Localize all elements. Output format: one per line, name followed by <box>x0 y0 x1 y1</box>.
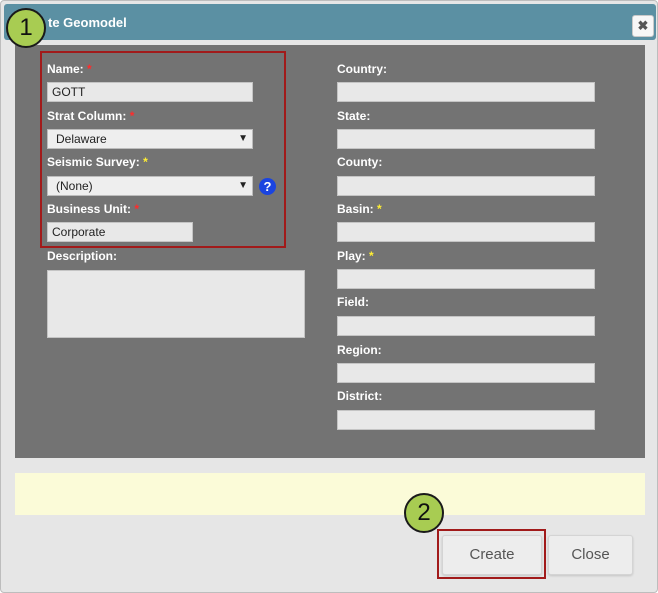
play-label: Play: * <box>337 249 374 263</box>
description-label: Description: <box>47 249 118 263</box>
county-label: County: <box>337 155 383 169</box>
country-input[interactable] <box>337 82 595 102</box>
close-icon[interactable]: ✖ <box>632 15 654 37</box>
state-input[interactable] <box>337 129 595 149</box>
step-badge-1: 1 <box>6 8 46 48</box>
message-bar <box>15 473 645 515</box>
required-asterisk: * <box>369 249 374 263</box>
step-badge-2: 2 <box>404 493 444 533</box>
close-button[interactable]: Close <box>548 535 633 575</box>
region-label: Region: <box>337 343 382 357</box>
required-fields-highlight <box>40 51 286 248</box>
required-asterisk: * <box>377 202 382 216</box>
county-input[interactable] <box>337 176 595 196</box>
play-input[interactable] <box>337 269 595 289</box>
basin-label-text: Basin: <box>337 202 374 216</box>
field-label: Field: <box>337 295 369 309</box>
state-label: State: <box>337 109 371 123</box>
dialog-titlebar[interactable]: te Geomodel ✖ <box>4 4 656 40</box>
basin-label: Basin: * <box>337 202 382 216</box>
country-label: Country: <box>337 62 387 76</box>
district-label: District: <box>337 389 383 403</box>
play-label-text: Play: <box>337 249 366 263</box>
district-input[interactable] <box>337 410 595 430</box>
field-input[interactable] <box>337 316 595 336</box>
dialog-title: te Geomodel <box>48 15 127 30</box>
create-button-highlight <box>437 529 546 579</box>
basin-input[interactable] <box>337 222 595 242</box>
region-input[interactable] <box>337 363 595 383</box>
description-textarea[interactable] <box>47 270 305 338</box>
